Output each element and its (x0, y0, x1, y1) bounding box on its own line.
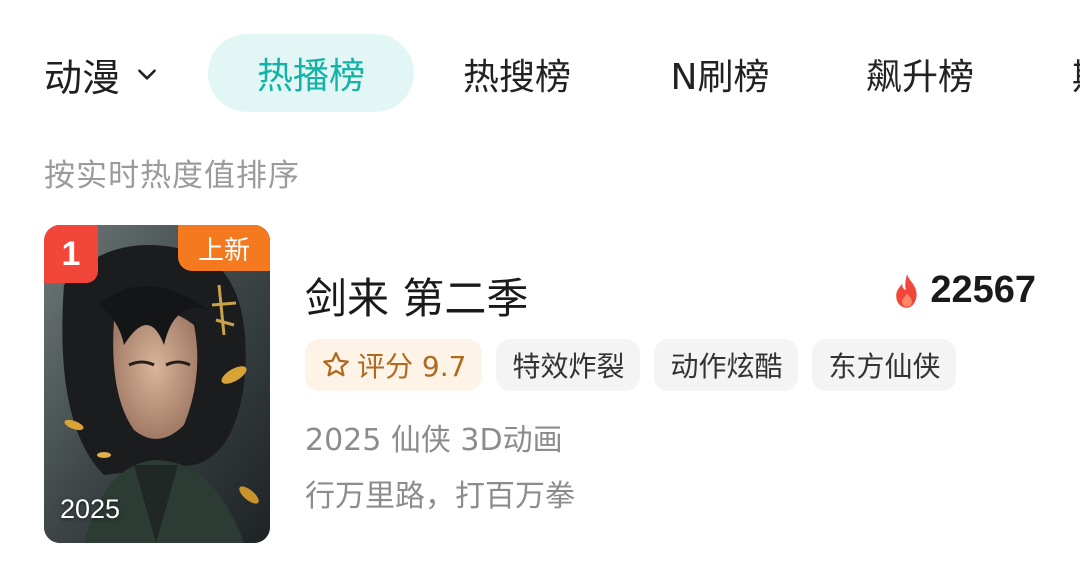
star-outline-icon (323, 352, 349, 377)
tab-hot-play[interactable]: 热播榜 (208, 34, 414, 112)
genre-tag: 动作炫酷 (654, 339, 799, 391)
tab-label: 热搜榜 (462, 57, 571, 98)
show-meta: 2025 仙侠 3D动画 (305, 423, 563, 458)
ranking-page: 动漫 热播榜 热搜榜 N刷榜 飙升榜 期 按实时热度值排序 (0, 0, 1080, 574)
rating-label: 评分 9.7 (357, 350, 467, 383)
category-label: 动漫 (44, 55, 121, 100)
genre-tag: 东方仙侠 (812, 339, 957, 391)
tab-label: 期 (1072, 48, 1080, 100)
show-title[interactable]: 剑来 第二季 (305, 265, 528, 326)
chevron-down-icon (138, 69, 156, 80)
heat-value: 22567 (930, 269, 1036, 311)
flame-icon (896, 273, 917, 308)
category-dropdown[interactable]: 动漫 (44, 30, 160, 118)
rank-badge: 1 (44, 225, 98, 283)
tab-rewatch[interactable]: N刷榜 (620, 30, 820, 118)
ranking-tab-bar: 动漫 热播榜 热搜榜 N刷榜 飙升榜 期 (0, 30, 1080, 118)
rating-tag: 评分 9.7 (305, 339, 483, 391)
poster-year-label: 2025 (60, 494, 121, 524)
tag-row: 评分 9.7 特效炸裂 动作炫酷 东方仙侠 (305, 339, 957, 391)
tab-label: 飙升榜 (865, 57, 974, 98)
genre-tag: 特效炸裂 (496, 339, 641, 391)
tab-hot-search[interactable]: 热搜榜 (414, 30, 620, 118)
new-release-badge: 上新 (178, 225, 270, 271)
sort-description: 按实时热度值排序 (44, 158, 300, 194)
tab-label: N刷榜 (670, 57, 770, 98)
show-description: 行万里路，打百万拳 (305, 479, 575, 514)
heat-score: 22567 (892, 269, 1036, 312)
tab-partial[interactable]: 期 (1020, 30, 1080, 118)
poster-image[interactable]: 1 上新 2025 (44, 225, 270, 543)
tab-label: 热播榜 (256, 56, 365, 97)
tab-rising[interactable]: 飙升榜 (820, 30, 1020, 118)
ranking-list-item[interactable]: 1 上新 2025 剑来 第二季 22567 评分 9.7 特效炸裂 动作炫酷 … (0, 225, 1080, 545)
